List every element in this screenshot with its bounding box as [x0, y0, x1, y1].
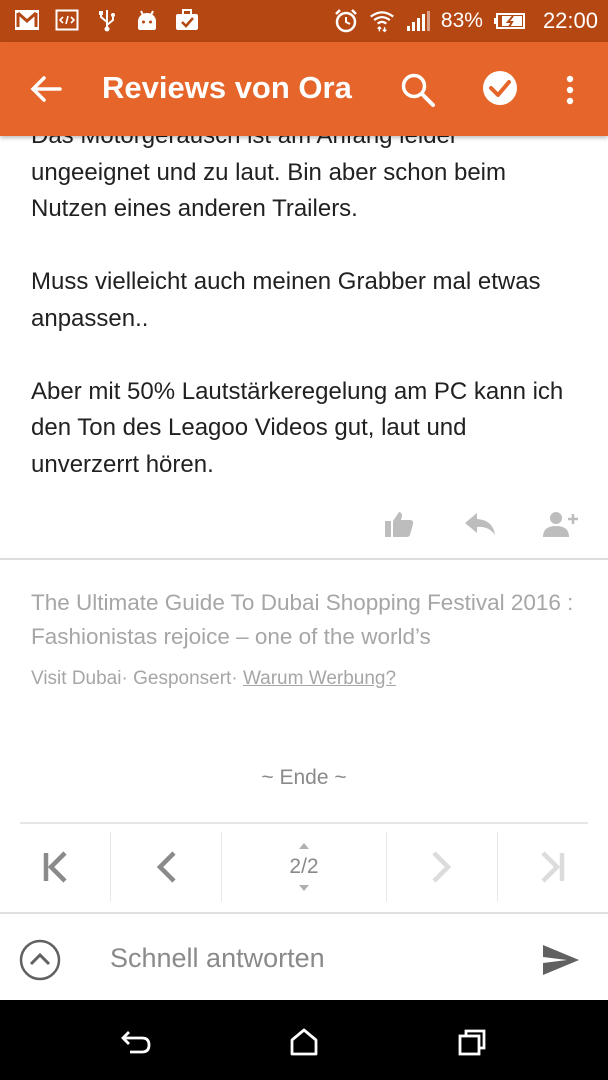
arrow-left-icon [30, 76, 62, 102]
chevron-up-circle-icon [19, 939, 61, 981]
why-ad-link[interactable]: Warum Werbung? [243, 668, 396, 689]
follow-user-button[interactable] [540, 506, 580, 542]
more-vert-icon [566, 75, 574, 105]
last-page-icon [541, 851, 565, 883]
search-icon [401, 73, 435, 107]
send-icon [543, 945, 579, 975]
ad-meta: Visit Dubai· Gesponsert· Warum Werbung? [31, 668, 397, 689]
pagination-bar: 2/2 [0, 824, 608, 910]
page-title: Reviews von Ora [102, 70, 352, 105]
wifi-icon [369, 9, 395, 33]
signal-icon [405, 9, 431, 33]
add-person-icon [543, 512, 578, 537]
like-icon [385, 512, 414, 537]
battery-percent: 83% [440, 9, 483, 32]
search-button[interactable] [396, 68, 440, 112]
first-page-icon [43, 851, 67, 883]
alarm-icon [333, 9, 359, 33]
end-label: ~ Ende ~ [261, 766, 347, 789]
expand-reply-button[interactable] [18, 938, 62, 982]
quick-reply-input[interactable] [110, 938, 510, 978]
recents-icon [458, 1029, 486, 1056]
check-circle-icon [483, 71, 517, 105]
mark-read-button[interactable] [478, 66, 522, 110]
ad-sponsored-label: Gesponsert [133, 668, 232, 689]
chevron-left-icon [156, 851, 176, 883]
briefcase-check-icon [174, 8, 200, 32]
android-icon [134, 8, 160, 32]
next-page-button[interactable] [387, 824, 497, 910]
post-paragraph: Muss vielleicht auch meinen Grabber mal … [31, 268, 541, 332]
send-button[interactable] [538, 938, 584, 982]
gmail-icon [14, 8, 40, 32]
back-button[interactable] [24, 67, 68, 111]
overflow-menu-button[interactable] [550, 68, 590, 112]
app-bar: Reviews von Ora [0, 42, 608, 136]
caret-up-icon [298, 843, 309, 849]
home-icon [290, 1028, 318, 1056]
chevron-right-icon [432, 851, 452, 883]
reply-button[interactable] [460, 506, 500, 542]
reply-icon [465, 513, 495, 535]
first-page-button[interactable] [0, 824, 110, 910]
page-indicator: 2/2 [289, 843, 319, 891]
code-icon [54, 8, 80, 32]
battery-charging-icon [493, 9, 527, 33]
nav-recents-button[interactable] [450, 1020, 494, 1064]
notification-icons [14, 8, 200, 32]
page-selector[interactable]: 2/2 [222, 824, 386, 910]
post-text: Das Motorgeräusch ist am Anfang leider u… [31, 136, 581, 520]
divider [0, 558, 608, 560]
ad-source: Visit Dubai [31, 668, 122, 689]
ad-title[interactable]: The Ultimate Guide To Dubai Shopping Fes… [31, 586, 591, 654]
quick-reply-bar [0, 914, 608, 1000]
last-page-button[interactable] [498, 824, 608, 910]
clock: 22:00 [542, 8, 598, 33]
post-actions [0, 500, 608, 550]
back-arrow-icon [121, 1031, 151, 1054]
like-button[interactable] [379, 506, 419, 542]
system-indicators: 83% 22:00 [333, 6, 598, 36]
previous-page-button[interactable] [111, 824, 221, 910]
nav-home-button[interactable] [282, 1020, 326, 1064]
post-paragraph: Das Motorgeräusch ist am Anfang leider u… [31, 136, 506, 222]
status-bar: 83% 22:00 [0, 0, 608, 42]
system-nav-bar [0, 1000, 608, 1080]
post-body: Das Motorgeräusch ist am Anfang leider u… [0, 136, 608, 556]
caret-down-icon [298, 885, 309, 891]
nav-back-button[interactable] [114, 1020, 158, 1064]
post-paragraph: Aber mit 50% Lautstärkeregelung am PC ka… [31, 377, 564, 478]
usb-icon [94, 8, 120, 32]
